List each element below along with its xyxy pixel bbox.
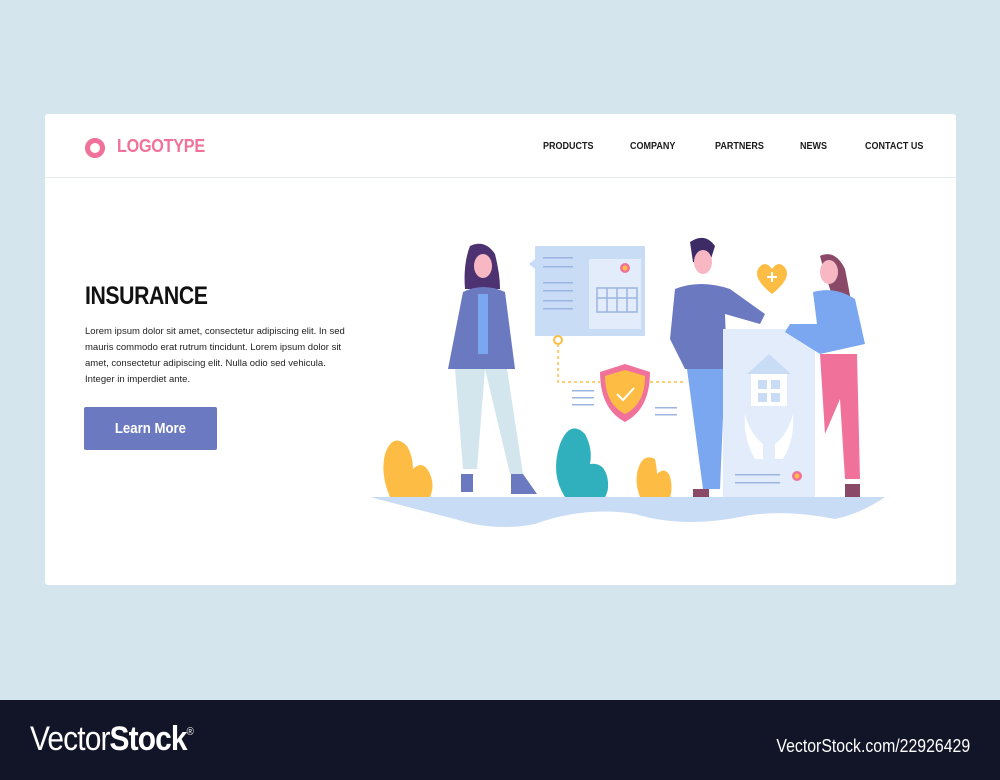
learn-more-label: Learn More [114,420,187,437]
brand-light: Vector [30,720,110,758]
house-icon [758,380,767,389]
home-insurance-certificate [723,329,815,497]
heart-plus-icon [756,264,788,294]
watermark-footer: VectorStock® VectorStock.com/22926429 [0,700,1000,780]
insurance-illustration [370,237,885,528]
hero-title: INSURANCE [85,282,208,310]
nav-contact-us[interactable]: CONTACT US [865,141,923,152]
woman-agent-figure [448,243,537,494]
plant-icon [636,457,672,497]
learn-more-button[interactable]: Learn More [84,407,217,450]
nav-products[interactable]: PRODUCTS [543,141,594,152]
brand-bold: Stock [109,720,188,758]
vectorstock-logo: VectorStock® [30,720,194,759]
plant-icon [383,440,433,497]
logo-text[interactable]: LOGOTYPE [117,136,205,157]
registered-mark: ® [186,726,194,738]
document-icon [529,246,645,336]
site-header: LOGOTYPE PRODUCTS COMPANY PARTNERS NEWS … [45,114,956,178]
shield-check-icon [600,364,650,422]
image-url: VectorStock.com/22926429 [776,736,970,756]
nav-news[interactable]: NEWS [800,141,827,152]
landing-card: LOGOTYPE PRODUCTS COMPANY PARTNERS NEWS … [45,114,956,585]
nav-company[interactable]: COMPANY [630,141,675,152]
nav-partners[interactable]: PARTNERS [715,141,764,152]
logo-ring-icon[interactable] [85,138,105,158]
ground-wave [370,497,885,528]
plant-icon [556,428,609,497]
hero-description: Lorem ipsum dolor sit amet, consectetur … [85,326,345,385]
